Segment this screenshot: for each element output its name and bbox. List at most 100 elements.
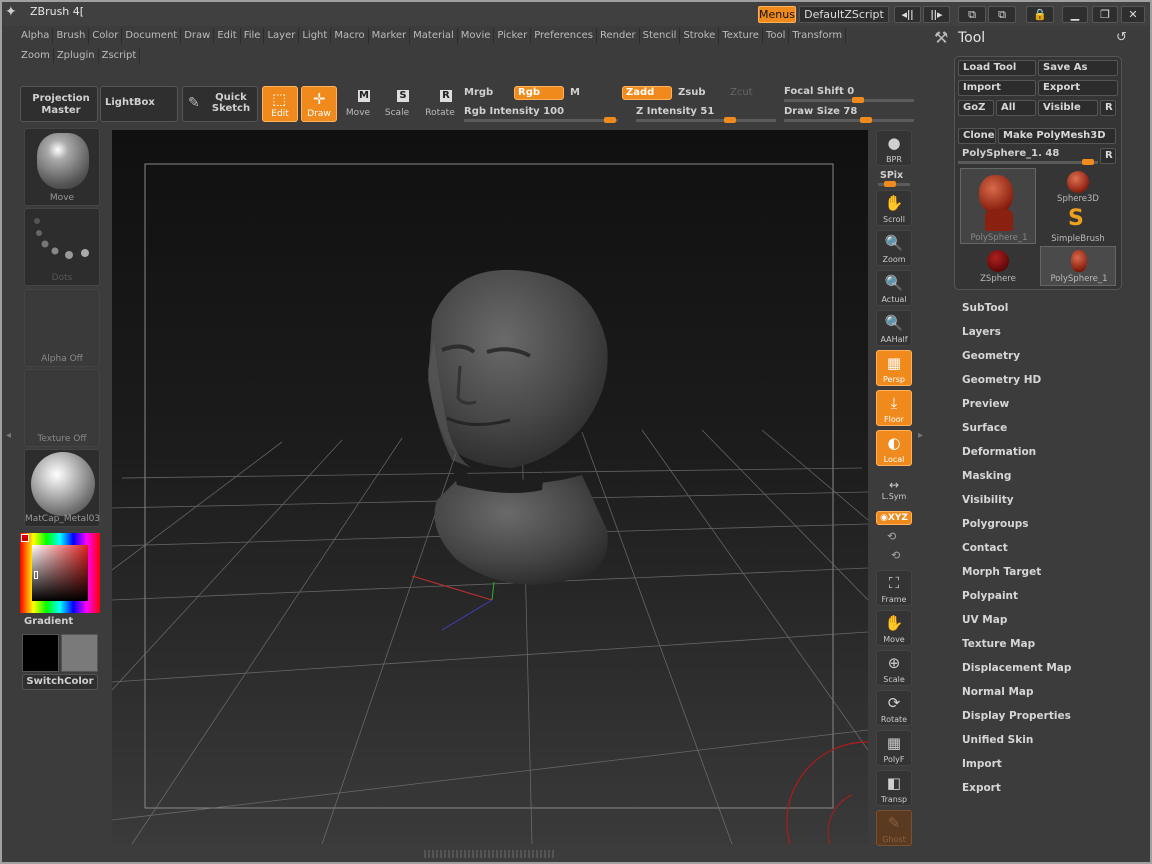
menu-light[interactable]: Light — [299, 28, 332, 44]
spix-slider[interactable] — [878, 181, 910, 187]
menu-zoom[interactable]: Zoom — [18, 48, 54, 64]
draw-button[interactable]: ✛ Draw — [301, 86, 337, 122]
subpalette-surface[interactable]: Surface — [962, 419, 1007, 437]
scroll-button[interactable]: ✋ Scroll — [876, 190, 912, 226]
script-name-button[interactable]: DefaultZScript — [799, 6, 889, 23]
menu-stroke[interactable]: Stroke — [680, 28, 720, 44]
subpalette-uv-map[interactable]: UV Map — [962, 611, 1007, 629]
scale-view-button[interactable]: ⊕ Scale — [876, 650, 912, 686]
restore-icon[interactable]: ❐ — [1092, 6, 1118, 23]
menu-render[interactable]: Render — [597, 28, 640, 44]
layout-icon-2[interactable]: ⧉ — [988, 6, 1016, 23]
close-icon[interactable]: ✕ — [1121, 6, 1145, 23]
tool-thumb-polysphere-large[interactable]: PolySphere_1 — [960, 168, 1036, 244]
lsym-button[interactable]: ↔ L.Sym — [876, 478, 912, 504]
menu-layer[interactable]: Layer — [264, 28, 300, 44]
subpalette-polypaint[interactable]: Polypaint — [962, 587, 1018, 605]
subpalette-export[interactable]: Export — [962, 779, 1001, 797]
transp-button[interactable]: ◧ Transp — [876, 770, 912, 806]
export-button[interactable]: Export — [1038, 80, 1118, 96]
subpalette-unified-skin[interactable]: Unified Skin — [962, 731, 1033, 749]
menu-preferences[interactable]: Preferences — [531, 28, 598, 44]
z-rotate-icon[interactable]: ⟲ — [891, 549, 900, 562]
menus-button[interactable]: Menus — [758, 6, 796, 23]
z-intensity-slider[interactable] — [636, 117, 776, 123]
visible-button[interactable]: Visible — [1038, 100, 1098, 116]
subpalette-texture-map[interactable]: Texture Map — [962, 635, 1035, 653]
bottom-tray-handle[interactable] — [424, 850, 554, 858]
reset-icon[interactable]: ↺ — [1116, 30, 1127, 45]
lock-icon[interactable]: 🔒 — [1026, 6, 1054, 23]
frame-button[interactable]: ⛶ Frame — [876, 570, 912, 606]
local-button[interactable]: ◐ Local — [876, 430, 912, 466]
subpalette-deformation[interactable]: Deformation — [962, 443, 1036, 461]
left-tray-arrow-icon[interactable]: ◂ — [6, 430, 11, 441]
lightbox-button[interactable]: LightBox — [100, 86, 178, 122]
m-button[interactable]: M — [570, 87, 580, 98]
save-as-button[interactable]: Save As — [1038, 60, 1118, 76]
subpalette-geometry-hd[interactable]: Geometry HD — [962, 371, 1041, 389]
aahalf-button[interactable]: 🔍 AAHalf — [876, 310, 912, 346]
zoom-button[interactable]: 🔍 Zoom — [876, 230, 912, 266]
menu-tool[interactable]: Tool — [763, 28, 790, 44]
tool-thumb-sphere3d[interactable]: Sphere3D — [1040, 168, 1116, 206]
tool-thumb-simplebrush[interactable]: S SimpleBrush — [1040, 206, 1116, 244]
slider-knob[interactable] — [724, 117, 736, 123]
tool-thumb-zsphere[interactable]: ZSphere — [960, 246, 1036, 286]
subpalette-normal-map[interactable]: Normal Map — [962, 683, 1034, 701]
minimize-icon[interactable]: ▁ — [1062, 6, 1088, 23]
slider-knob[interactable] — [1082, 159, 1094, 165]
color-picker-square[interactable] — [32, 545, 88, 601]
make-polymesh-button[interactable]: Make PolyMesh3D — [998, 128, 1116, 144]
texture-selector[interactable]: Texture Off — [24, 369, 100, 447]
slider-knob[interactable] — [884, 181, 896, 187]
goz-button[interactable]: GoZ — [958, 100, 994, 116]
projection-master-button[interactable]: Projection Master — [20, 86, 98, 122]
focal-shift-slider[interactable] — [784, 97, 914, 103]
scale-button[interactable]: S Scale — [381, 86, 413, 122]
menu-movie[interactable]: Movie — [458, 28, 495, 44]
slider-knob[interactable] — [860, 117, 872, 123]
tool-thumb-polysphere-small[interactable]: PolySphere_1 — [1040, 246, 1116, 286]
secondary-color-swatch[interactable] — [61, 634, 98, 672]
slider-knob[interactable] — [852, 97, 864, 103]
menu-edit[interactable]: Edit — [214, 28, 241, 44]
quick-sketch-button[interactable]: ✎ Quick Sketch — [182, 86, 258, 122]
tray-right-icon[interactable]: ǀǀ▸ — [923, 6, 950, 23]
tool-r-button[interactable]: R — [1100, 148, 1116, 164]
subpalette-displacement-map[interactable]: Displacement Map — [962, 659, 1071, 677]
move-button[interactable]: M Move — [342, 86, 374, 122]
menu-material[interactable]: Material — [410, 28, 458, 44]
subpalette-visibility[interactable]: Visibility — [962, 491, 1014, 509]
subpalette-polygroups[interactable]: Polygroups — [962, 515, 1029, 533]
document-canvas[interactable] — [112, 130, 868, 844]
actual-button[interactable]: 🔍 Actual — [876, 270, 912, 306]
all-button[interactable]: All — [996, 100, 1036, 116]
xyz-button[interactable]: ◉XYZ — [876, 511, 912, 525]
subpalette-subtool[interactable]: SubTool — [962, 299, 1008, 317]
current-tool-slider[interactable] — [958, 159, 1098, 165]
slider-knob[interactable] — [604, 117, 616, 123]
zsub-button[interactable]: Zsub — [678, 87, 705, 98]
tool-palette-title[interactable]: Tool — [958, 30, 985, 46]
menu-brush[interactable]: Brush — [53, 28, 90, 44]
rgb-button[interactable]: Rgb — [514, 86, 564, 100]
main-color-swatch[interactable] — [22, 634, 59, 672]
floor-button[interactable]: ⤓ Floor — [876, 390, 912, 426]
menu-macro[interactable]: Macro — [331, 28, 369, 44]
load-tool-button[interactable]: Load Tool — [958, 60, 1036, 76]
alpha-selector[interactable]: Alpha Off — [24, 289, 100, 367]
layout-icon-1[interactable]: ⧉ — [958, 6, 986, 23]
bpr-button[interactable]: ● BPR — [876, 130, 912, 166]
color-picker[interactable] — [20, 533, 100, 613]
rotate-button[interactable]: R Rotate — [422, 86, 458, 122]
menu-stencil[interactable]: Stencil — [640, 28, 681, 44]
material-selector[interactable]: MatCap_Metal03 — [24, 449, 100, 527]
stroke-selector[interactable]: Dots — [24, 208, 100, 286]
subpalette-morph-target[interactable]: Morph Target — [962, 563, 1041, 581]
subpalette-layers[interactable]: Layers — [962, 323, 1001, 341]
ghost-button[interactable]: ✎ Ghost — [876, 810, 912, 846]
menu-zplugin[interactable]: Zplugin — [54, 48, 99, 64]
tray-left-icon[interactable]: ◂ǀǀ — [894, 6, 921, 23]
subpalette-contact[interactable]: Contact — [962, 539, 1008, 557]
